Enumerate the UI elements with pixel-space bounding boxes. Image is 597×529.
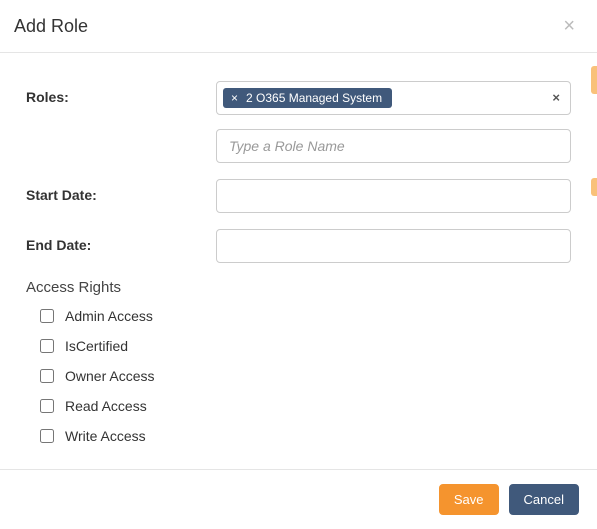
end-date-row: End Date:: [26, 229, 571, 263]
access-rights-heading: Access Rights: [26, 279, 571, 296]
start-date-label: Start Date:: [26, 179, 216, 203]
start-date-row: Start Date:: [26, 179, 571, 213]
background-edge-accent: [591, 178, 597, 196]
start-date-input[interactable]: [216, 179, 571, 213]
role-chip-remove-button[interactable]: ×: [231, 92, 238, 104]
access-rights-list: Admin Access IsCertified Owner Access Re…: [26, 306, 571, 446]
end-date-label: End Date:: [26, 229, 216, 253]
role-chip-label: 2 O365 Managed System: [246, 91, 382, 105]
access-right-item[interactable]: Write Access: [36, 426, 571, 446]
x-icon: ×: [552, 90, 560, 105]
roles-tag-right: ×: [552, 89, 564, 107]
close-icon: ×: [563, 15, 575, 37]
x-icon: ×: [231, 91, 238, 105]
roles-row: Roles: × 2 O365 Managed System ×: [26, 81, 571, 163]
modal-header: Add Role ×: [0, 0, 597, 53]
roles-tag-container[interactable]: × 2 O365 Managed System ×: [216, 81, 571, 115]
roles-tag-left: × 2 O365 Managed System: [223, 88, 392, 108]
access-right-item[interactable]: Read Access: [36, 396, 571, 416]
access-right-item[interactable]: Owner Access: [36, 366, 571, 386]
close-button[interactable]: ×: [555, 12, 583, 40]
clear-all-roles-button[interactable]: ×: [552, 90, 560, 105]
owner-access-checkbox[interactable]: [40, 369, 54, 383]
background-edge-accent: [591, 66, 597, 94]
end-date-input[interactable]: [216, 229, 571, 263]
add-role-modal: Add Role × Roles: × 2 O365 Managed Syste…: [0, 0, 597, 529]
write-access-checkbox[interactable]: [40, 429, 54, 443]
save-button[interactable]: Save: [439, 484, 499, 516]
roles-label: Roles:: [26, 81, 216, 105]
access-right-label: Read Access: [65, 398, 147, 414]
modal-footer: Save Cancel: [0, 469, 597, 529]
modal-title: Add Role: [14, 16, 88, 37]
access-right-label: Write Access: [65, 428, 146, 444]
roles-control: × 2 O365 Managed System ×: [216, 81, 571, 163]
access-right-label: IsCertified: [65, 338, 128, 354]
read-access-checkbox[interactable]: [40, 399, 54, 413]
iscertified-checkbox[interactable]: [40, 339, 54, 353]
admin-access-checkbox[interactable]: [40, 309, 54, 323]
role-chip: × 2 O365 Managed System: [223, 88, 392, 108]
modal-body: Roles: × 2 O365 Managed System ×: [0, 53, 597, 466]
cancel-button[interactable]: Cancel: [509, 484, 579, 516]
access-right-item[interactable]: IsCertified: [36, 336, 571, 356]
access-right-label: Admin Access: [65, 308, 153, 324]
access-right-item[interactable]: Admin Access: [36, 306, 571, 326]
role-name-input[interactable]: [216, 129, 571, 163]
access-right-label: Owner Access: [65, 368, 154, 384]
